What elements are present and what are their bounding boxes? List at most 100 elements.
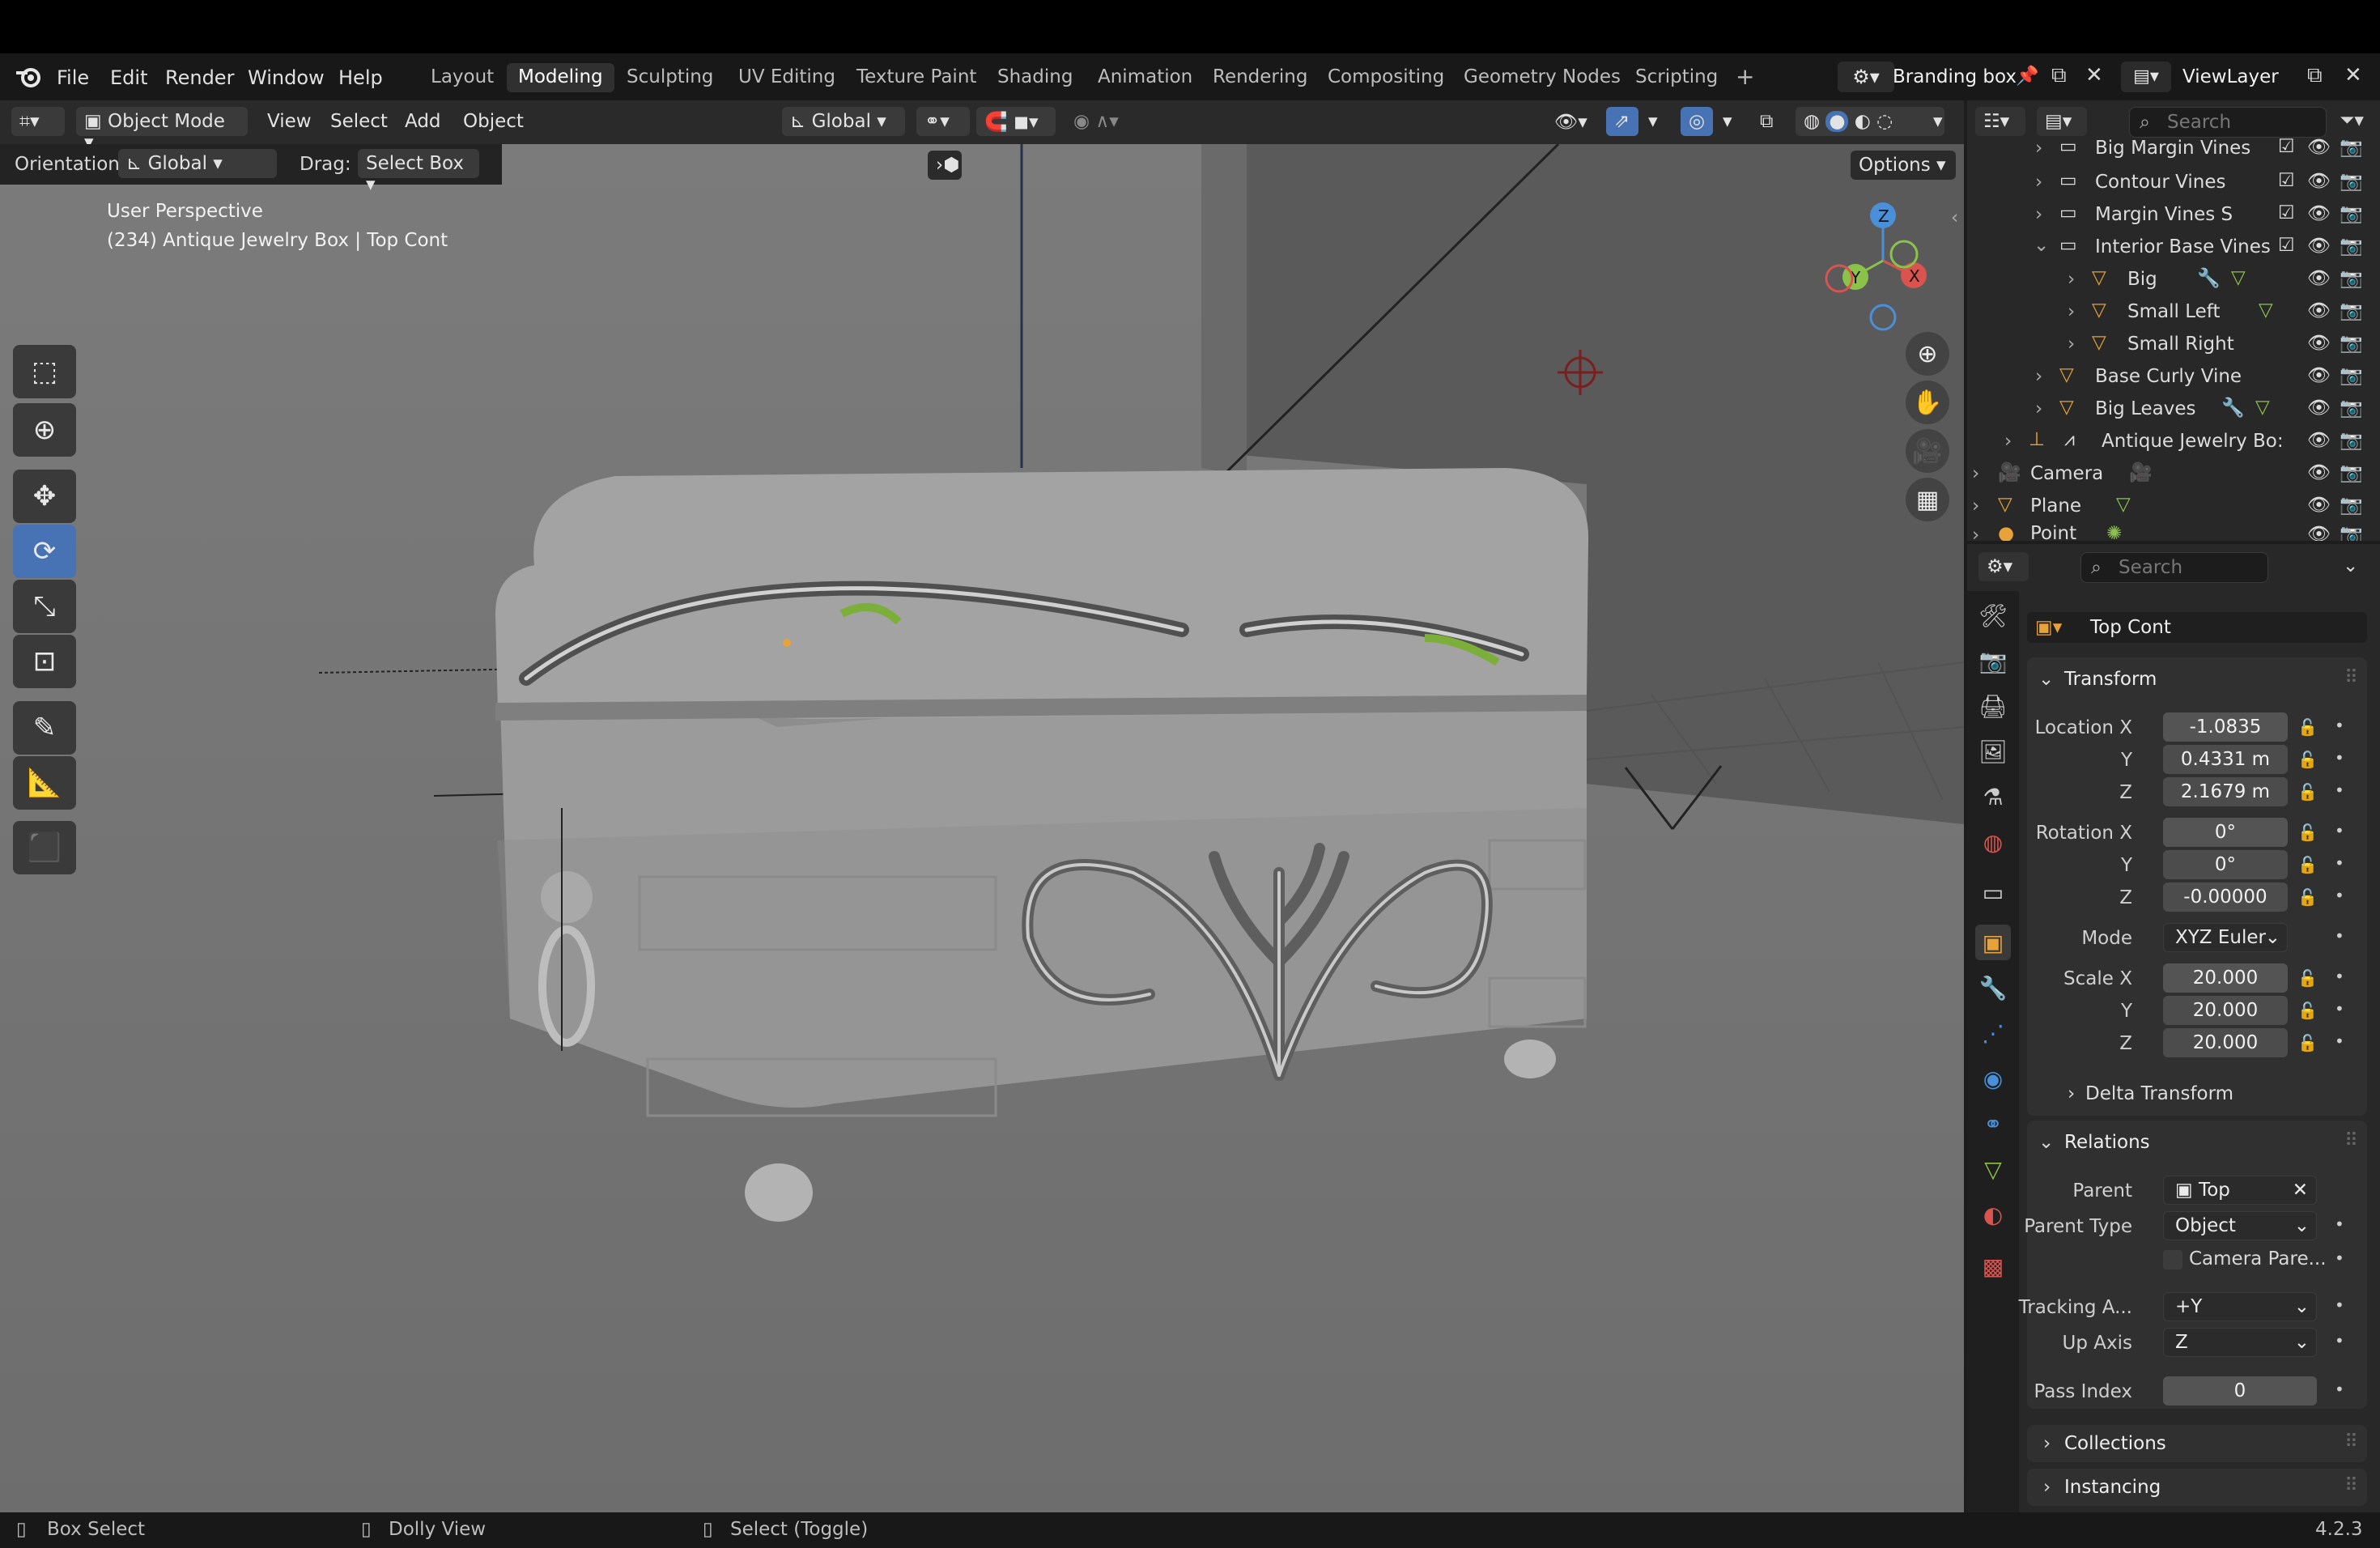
eye-icon[interactable]: 👁 [2307, 397, 2331, 419]
xray-toggle-icon[interactable]: ⧉ [1752, 107, 1784, 136]
data-tab-icon[interactable]: ▽ [1975, 1151, 2011, 1187]
keyframe-dot-icon[interactable]: • [2335, 716, 2344, 735]
tab-shading[interactable]: Shading [986, 63, 1084, 92]
properties-editor-type-icon[interactable]: ⚙▾ [1978, 552, 2029, 581]
camera-render-icon[interactable]: 📷 [2340, 461, 2363, 483]
view-layer-tab-icon[interactable]: 🖼 [1975, 734, 2011, 769]
camera-render-icon[interactable]: 📷 [2340, 397, 2363, 419]
camera-parent-checkbox[interactable] [2163, 1250, 2182, 1269]
camera-render-icon[interactable]: 📷 [2340, 494, 2363, 516]
camera-render-icon[interactable]: 📷 [2340, 202, 2363, 224]
eye-icon[interactable]: 👁 [2307, 170, 2331, 192]
scale-tool-icon[interactable]: ⤡ [13, 580, 76, 633]
lock-icon[interactable]: 🔓 [2297, 1033, 2318, 1053]
ortho-grid-icon[interactable]: ▦ [1906, 478, 1949, 521]
expand-arrow-icon[interactable]: › [2043, 1433, 2051, 1454]
drag-dropdown[interactable]: Select Box ▾ [358, 149, 479, 195]
keyframe-dot-icon[interactable]: • [2335, 1380, 2344, 1399]
constraints-tab-icon[interactable]: ⚭ [1975, 1106, 2011, 1142]
drag-handle-icon[interactable]: ⠿ [2344, 667, 2358, 688]
rotation-y-field[interactable]: 0° [2163, 850, 2288, 879]
collections-panel[interactable]: › Collections ⠿ [2027, 1425, 2367, 1462]
outliner-row-camera[interactable]: › 🎥 Camera 🎥 👁 📷 [1967, 458, 2380, 491]
gizmo-toggle-icon[interactable]: ⇗ [1606, 107, 1638, 136]
location-y-field[interactable]: 0.4331 m [2163, 745, 2288, 774]
shading-dropdown-icon[interactable]: ▾ [1925, 107, 1949, 136]
editor-type-icon[interactable]: ⌗▾ [11, 107, 65, 136]
eye-icon[interactable]: 👁 [2307, 202, 2331, 224]
outliner-row-base-curly-vine[interactable]: › ▽ Base Curly Vine 👁 📷 [1967, 361, 2380, 393]
object-name-field[interactable]: ▣▾ Top Cont [2027, 612, 2367, 643]
expand-arrow-icon[interactable]: › [2035, 366, 2042, 387]
outliner-row-small-right[interactable]: › ▽ Small Right 👁 📷 [1967, 329, 2380, 361]
view-layer-icon[interactable]: ▤▾ [2121, 62, 2171, 92]
mode-dropdown[interactable]: ▣ Object Mode ▾ [76, 107, 248, 153]
transform-orientation-dropdown[interactable]: ⊾ Global ▾ [782, 107, 905, 136]
asset-shelf-toggle-icon[interactable]: ›⬢ [928, 151, 962, 180]
expand-arrow-icon[interactable]: › [2004, 431, 2012, 452]
object-tab-icon[interactable]: ▣ [1975, 925, 2011, 960]
tab-geometry-nodes[interactable]: Geometry Nodes [1452, 63, 1632, 92]
modifier-tab-icon[interactable]: 🔧 [1975, 970, 2011, 1006]
eye-icon[interactable]: 👁 [2307, 364, 2331, 386]
drag-handle-icon[interactable]: ⠿ [2344, 1475, 2358, 1496]
pan-hand-icon[interactable]: ✋ [1906, 381, 1949, 424]
snap-icon[interactable]: 🧲 ◼▾ [976, 107, 1056, 136]
texture-tab-icon[interactable]: ▩ [1975, 1248, 2011, 1284]
drag-handle-icon[interactable]: ⠿ [2344, 1431, 2358, 1452]
lock-icon[interactable]: 🔓 [2297, 782, 2318, 802]
output-tab-icon[interactable]: 🖨 [1975, 688, 2011, 724]
select-box-tool-icon[interactable]: ⬚ [13, 345, 76, 398]
parent-type-dropdown[interactable]: Object ⌄ [2163, 1211, 2317, 1240]
add-workspace-icon[interactable]: + [1724, 60, 1766, 90]
sidebar-toggle-icon[interactable]: ‹ [1951, 207, 1958, 228]
drag-handle-icon[interactable]: ⠿ [2344, 1130, 2358, 1151]
camera-render-icon[interactable]: 📷 [2340, 429, 2363, 451]
keyframe-dot-icon[interactable]: • [2335, 748, 2344, 768]
expand-arrow-icon[interactable]: › [2035, 138, 2042, 159]
outliner-row-big[interactable]: › ▽ Big 🔧 ▽ 👁 📷 [1967, 264, 2380, 296]
outliner-row-margin-vines-s[interactable]: › ▭ Margin Vines S ☑ 👁 📷 [1967, 199, 2380, 232]
collapse-arrow-icon[interactable]: ⌄ [2038, 669, 2054, 690]
lock-icon[interactable]: 🔓 [2297, 823, 2318, 842]
rendered-shading-icon[interactable]: ◌ [1876, 111, 1893, 132]
camera-render-icon[interactable]: 📷 [2340, 235, 2363, 257]
clear-icon[interactable]: ✕ [2293, 1176, 2308, 1204]
eye-icon[interactable]: 👁 [2307, 300, 2331, 321]
delete-view-layer-icon[interactable]: ✕ [2344, 63, 2362, 87]
keyframe-dot-icon[interactable]: • [2335, 780, 2344, 800]
outliner-row-point[interactable]: › ● Point ✺ 👁 📷 [1967, 523, 2380, 541]
orientation-dropdown[interactable]: ⊾ Global ▾ [118, 149, 277, 178]
keyframe-dot-icon[interactable]: • [2335, 967, 2344, 986]
render-tab-icon[interactable]: 📷 [1975, 643, 2011, 678]
checkbox-icon[interactable]: ☑ [2278, 235, 2295, 256]
menu-window[interactable]: Window [248, 66, 325, 89]
lock-icon[interactable]: 🔓 [2297, 1001, 2318, 1020]
lock-icon[interactable]: 🔓 [2297, 750, 2318, 769]
camera-render-icon[interactable]: 📷 [2340, 300, 2363, 321]
rotate-tool-icon[interactable]: ⟳ [13, 525, 76, 578]
camera-render-icon[interactable]: 📷 [2340, 364, 2363, 386]
expand-arrow-icon[interactable]: › [2068, 1083, 2075, 1104]
menu-select[interactable]: Select [322, 107, 396, 136]
blender-logo-icon[interactable] [15, 65, 42, 89]
tool-tab-icon[interactable]: 🛠 [1975, 598, 2011, 633]
material-shading-icon[interactable]: ◐ [1855, 111, 1876, 132]
location-z-field[interactable]: 2.1679 m [2163, 777, 2288, 806]
outliner-row-big-leaves[interactable]: › ▽ Big Leaves 🔧 ▽ 👁 📷 [1967, 393, 2380, 426]
menu-add[interactable]: Add [397, 107, 449, 136]
outliner-editor-type-icon[interactable]: ☷▾ [1975, 107, 2025, 136]
properties-search-input[interactable]: ⌕ Search [2080, 552, 2268, 583]
lock-icon[interactable]: 🔓 [2297, 855, 2318, 874]
expand-arrow-icon[interactable]: › [1972, 495, 1979, 517]
expand-arrow-icon[interactable]: › [1972, 463, 1979, 484]
scale-x-field[interactable]: 20.000 [2163, 963, 2288, 993]
eye-icon[interactable]: 👁 [2307, 332, 2331, 354]
expand-arrow-icon[interactable]: › [2068, 301, 2075, 322]
checkbox-icon[interactable]: ☑ [2278, 202, 2295, 223]
rotation-z-field[interactable]: -0.00000 [2163, 882, 2288, 912]
collection-tab-icon[interactable]: ▭ [1975, 874, 2011, 910]
tab-uv-editing[interactable]: UV Editing [727, 63, 847, 92]
keyframe-dot-icon[interactable]: • [2335, 1248, 2344, 1268]
particles-tab-icon[interactable]: ⋰ [1975, 1015, 2011, 1051]
